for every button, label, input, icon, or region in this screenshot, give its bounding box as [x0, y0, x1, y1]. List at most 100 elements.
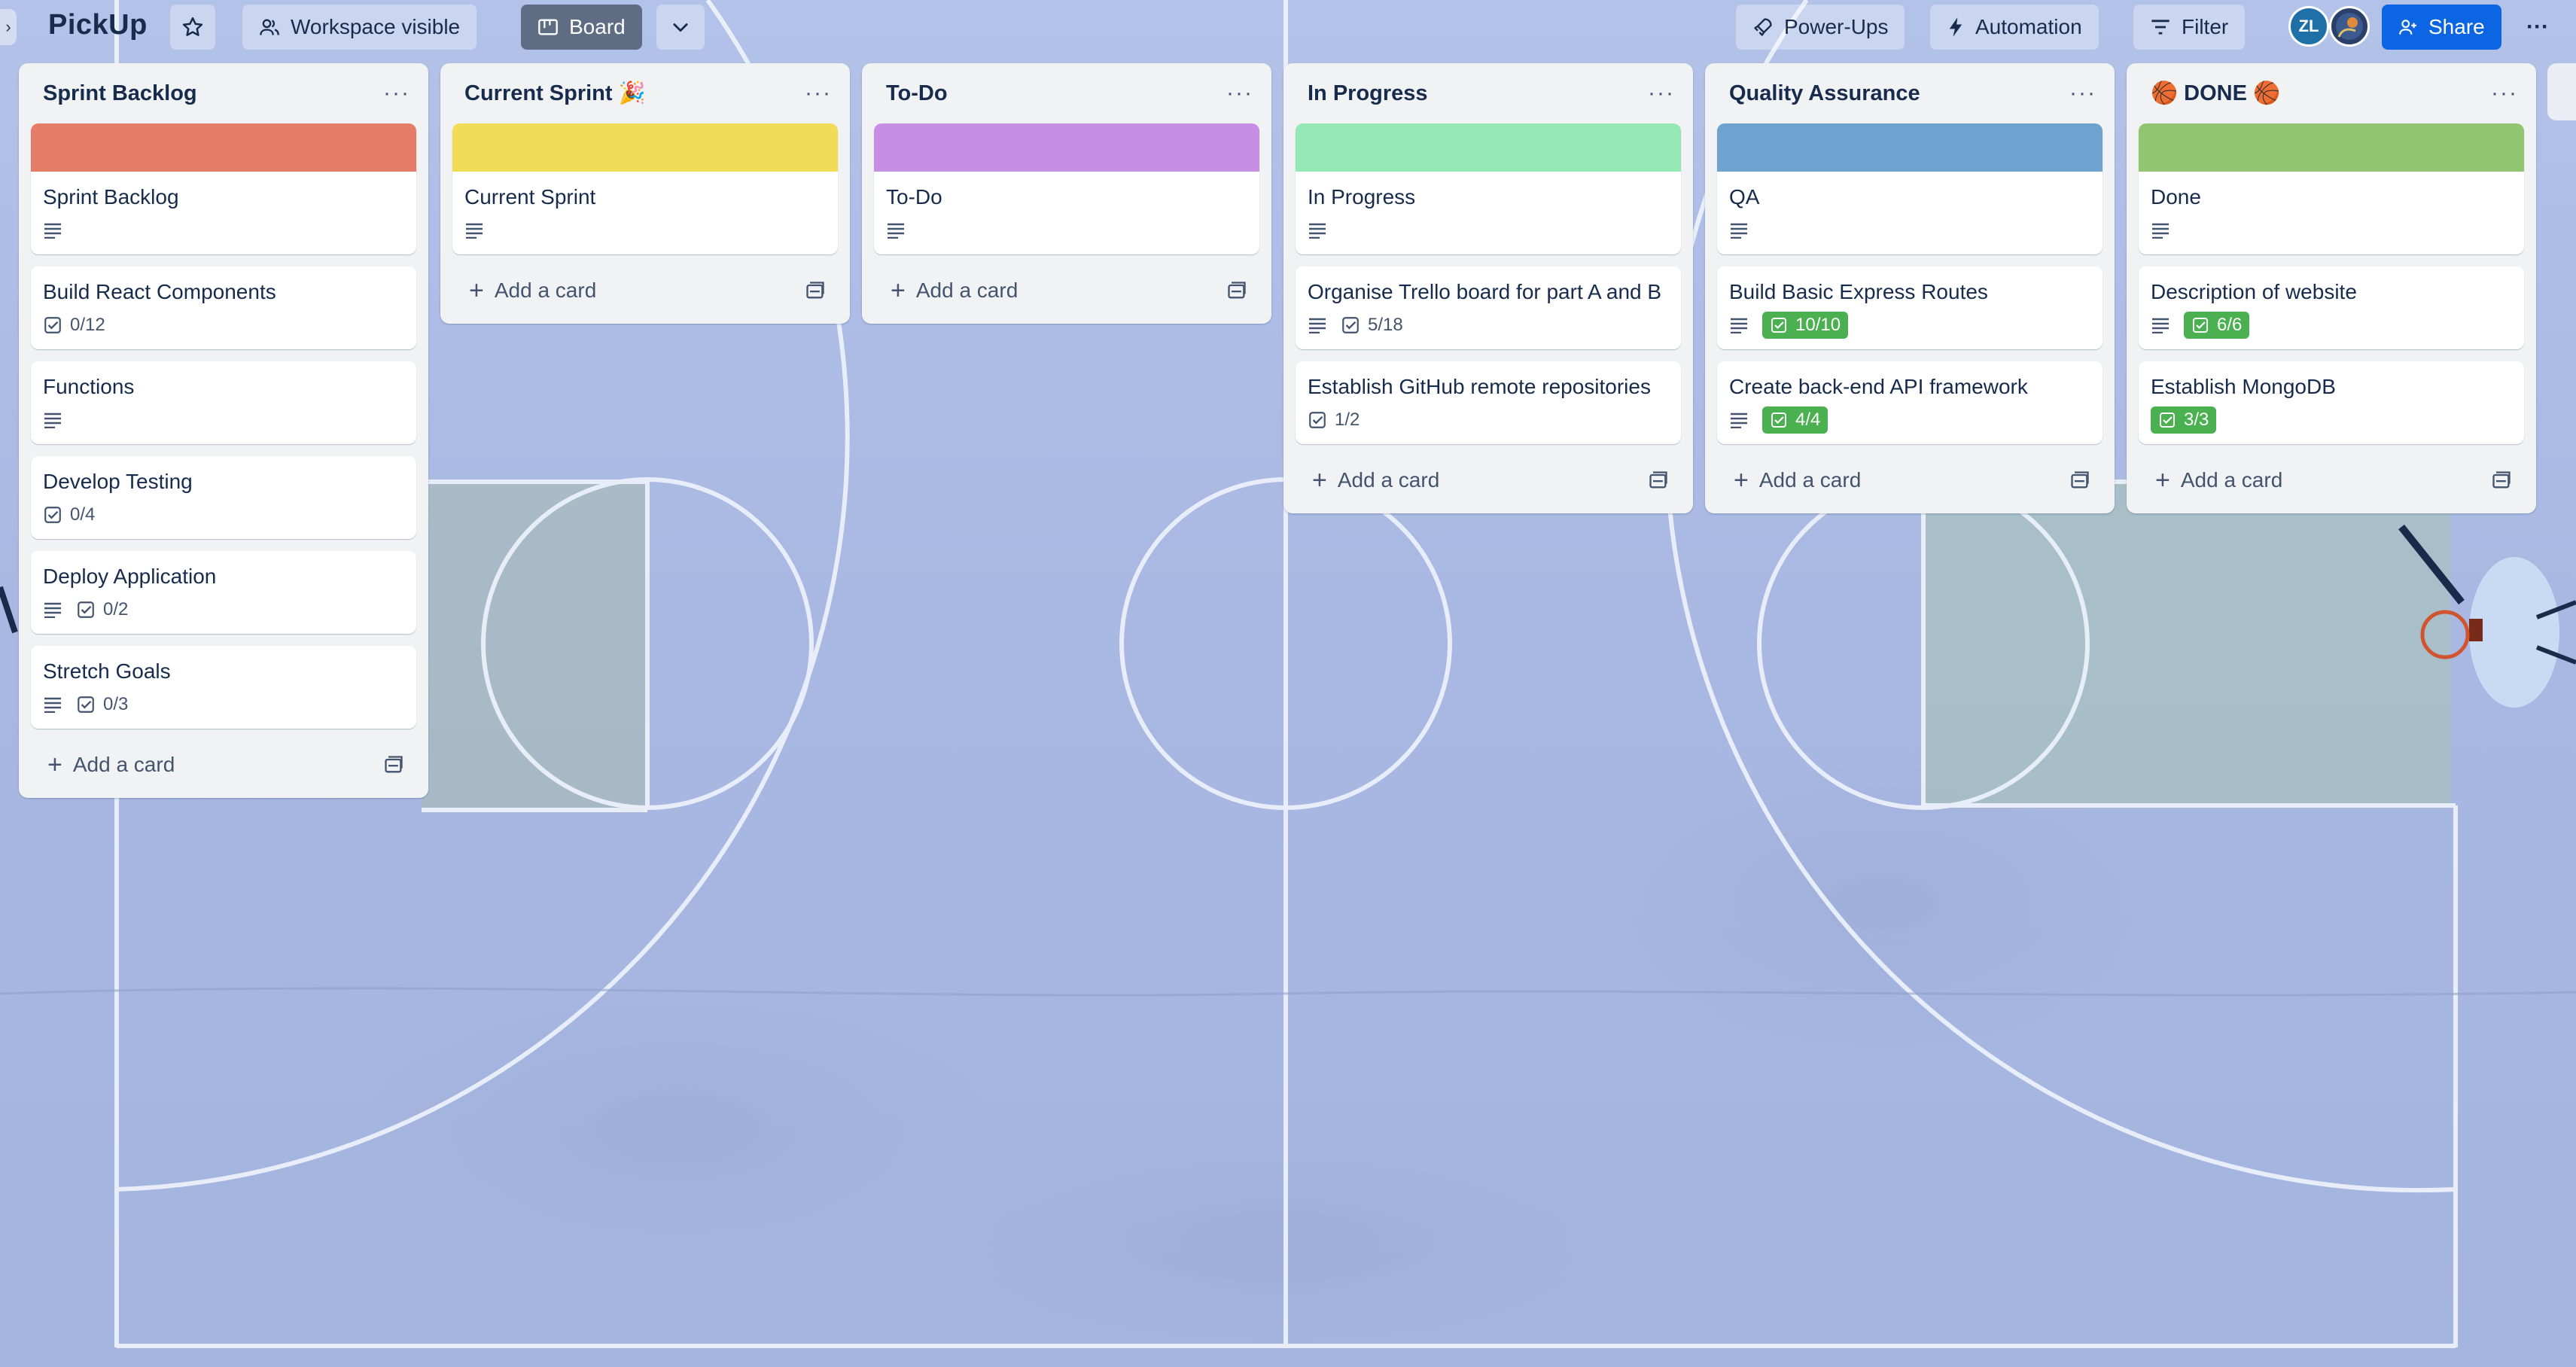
board-canvas: › PickUp Workspace visible Board Power-U… — [0, 0, 2576, 1367]
checklist-complete-badge: 10/10 — [1762, 312, 1849, 339]
card-title: Deploy Application — [43, 565, 217, 588]
list-header: In Progress ··· — [1296, 63, 1681, 123]
board-view-button[interactable]: Board — [521, 5, 642, 50]
list-header: To-Do ··· — [874, 63, 1259, 123]
list-menu-icon[interactable]: ··· — [383, 81, 416, 106]
list-done: 🏀 DONE 🏀 ··· Done Description of website… — [2127, 63, 2536, 513]
description-icon — [1308, 222, 1327, 239]
checklist-icon — [2193, 318, 2208, 333]
card-functions[interactable]: Functions — [31, 361, 416, 444]
list-menu-icon[interactable]: ··· — [2069, 81, 2103, 106]
card-cover — [1717, 123, 2103, 172]
list-header: Sprint Backlog ··· — [31, 63, 416, 123]
checklist-icon — [78, 696, 94, 713]
checklist-icon — [2160, 413, 2175, 428]
list-current-sprint: Current Sprint 🎉 ··· Current Sprint + Add… — [440, 63, 850, 324]
checklist-count: 5/18 — [1368, 315, 1403, 335]
star-button[interactable] — [170, 5, 215, 50]
checklist-badge: 0/2 — [76, 599, 128, 620]
avatar-photo[interactable] — [2329, 6, 2370, 47]
card-title: Description of website — [2151, 280, 2357, 303]
card-develop-testing[interactable]: Develop Testing 0/4 — [31, 456, 416, 539]
description-icon — [43, 412, 62, 428]
add-card-button[interactable]: + Add a card — [2139, 456, 2524, 504]
list-menu-icon[interactable]: ··· — [1648, 81, 1681, 106]
list-title[interactable]: Sprint Backlog — [43, 81, 197, 106]
list-menu-icon[interactable]: ··· — [805, 81, 838, 106]
add-card-button[interactable]: + Add a card — [874, 266, 1259, 315]
card-title: Build Basic Express Routes — [1729, 280, 1988, 303]
list-title[interactable]: Current Sprint 🎉 — [464, 81, 646, 106]
add-card-button[interactable]: + Add a card — [31, 741, 416, 789]
card-deploy-application[interactable]: Deploy Application 0/2 — [31, 551, 416, 634]
user-photo-icon — [2336, 13, 2363, 40]
create-from-template-icon[interactable] — [1226, 281, 1247, 300]
card-establish-mongodb[interactable]: Establish MongoDB 3/3 — [2139, 361, 2524, 444]
list-header: Quality Assurance ··· — [1717, 63, 2103, 123]
add-card-label: Add a card — [1758, 468, 1862, 492]
card-current-sprint[interactable]: Current Sprint — [452, 123, 838, 254]
card-done[interactable]: Done — [2139, 123, 2524, 254]
list-title[interactable]: In Progress — [1308, 81, 1428, 106]
description-icon — [2151, 317, 2170, 333]
add-card-label: Add a card — [915, 279, 1019, 302]
view-switcher-button[interactable] — [656, 5, 705, 50]
board-menu-button[interactable]: ··· — [2514, 5, 2561, 50]
share-button[interactable]: Share — [2382, 5, 2501, 50]
power-ups-button[interactable]: Power-Ups — [1736, 5, 1905, 50]
checklist-badge: 5/18 — [1341, 315, 1403, 336]
power-ups-label: Power-Ups — [1784, 15, 1889, 38]
automation-button[interactable]: Automation — [1930, 5, 2099, 50]
create-from-template-icon[interactable] — [2069, 470, 2090, 490]
card-to-do[interactable]: To-Do — [874, 123, 1259, 254]
more-icon: ··· — [2526, 14, 2549, 39]
create-from-template-icon[interactable] — [383, 755, 404, 775]
card-in-progress[interactable]: In Progress — [1296, 123, 1681, 254]
checklist-complete-badge: 6/6 — [2184, 312, 2250, 339]
checklist-complete-badge: 4/4 — [1762, 406, 1828, 434]
checklist-icon — [44, 317, 61, 333]
rocket-icon — [1754, 18, 1772, 36]
checklist-count: 0/2 — [103, 599, 129, 620]
create-from-template-icon[interactable] — [1648, 470, 1669, 490]
list-title[interactable]: Quality Assurance — [1729, 81, 1920, 106]
card-stretch-goals[interactable]: Stretch Goals 0/3 — [31, 646, 416, 729]
visibility-button[interactable]: Workspace visible — [242, 5, 477, 50]
card-create-backend-api[interactable]: Create back-end API framework 4/4 — [1717, 361, 2103, 444]
plus-icon: + — [891, 276, 906, 305]
card-sprint-backlog[interactable]: Sprint Backlog — [31, 123, 416, 254]
card-build-express-routes[interactable]: Build Basic Express Routes 10/10 — [1717, 266, 2103, 349]
avatar[interactable]: ZL — [2288, 6, 2329, 47]
card-title: In Progress — [1308, 185, 1416, 209]
card-establish-github-repos[interactable]: Establish GitHub remote repositories 1/2 — [1296, 361, 1681, 444]
star-icon — [182, 17, 203, 36]
create-from-template-icon[interactable] — [2491, 470, 2512, 490]
list-menu-icon[interactable]: ··· — [1226, 81, 1259, 106]
add-card-button[interactable]: + Add a card — [452, 266, 838, 315]
checklist-count: 3/3 — [2184, 409, 2209, 430]
list-header: Current Sprint 🎉 ··· — [452, 63, 838, 123]
sidebar-expand-button[interactable]: › — [0, 9, 17, 45]
list-title[interactable]: 🏀 DONE 🏀 — [2151, 81, 2280, 106]
checklist-icon — [44, 507, 61, 523]
add-card-button[interactable]: + Add a card — [1717, 456, 2103, 504]
create-from-template-icon[interactable] — [805, 281, 826, 300]
filter-label: Filter — [2182, 15, 2229, 38]
card-build-react-components[interactable]: Build React Components 0/12 — [31, 266, 416, 349]
plus-icon: + — [47, 750, 62, 779]
card-cover — [2139, 123, 2524, 172]
checklist-count: 0/12 — [70, 315, 105, 335]
card-organise-trello-board[interactable]: Organise Trello board for part A and B 5… — [1296, 266, 1681, 349]
board-title[interactable]: PickUp — [48, 9, 148, 41]
list-title[interactable]: To-Do — [886, 81, 948, 106]
list-add-another[interactable] — [2547, 63, 2576, 120]
add-card-button[interactable]: + Add a card — [1296, 456, 1681, 504]
list-menu-icon[interactable]: ··· — [2491, 81, 2524, 106]
card-cover — [452, 123, 838, 172]
visibility-label: Workspace visible — [291, 15, 461, 38]
card-description-of-website[interactable]: Description of website 6/6 — [2139, 266, 2524, 349]
card-title: Functions — [43, 375, 135, 398]
checklist-icon — [1342, 317, 1359, 333]
card-qa[interactable]: QA — [1717, 123, 2103, 254]
filter-button[interactable]: Filter — [2133, 5, 2246, 50]
